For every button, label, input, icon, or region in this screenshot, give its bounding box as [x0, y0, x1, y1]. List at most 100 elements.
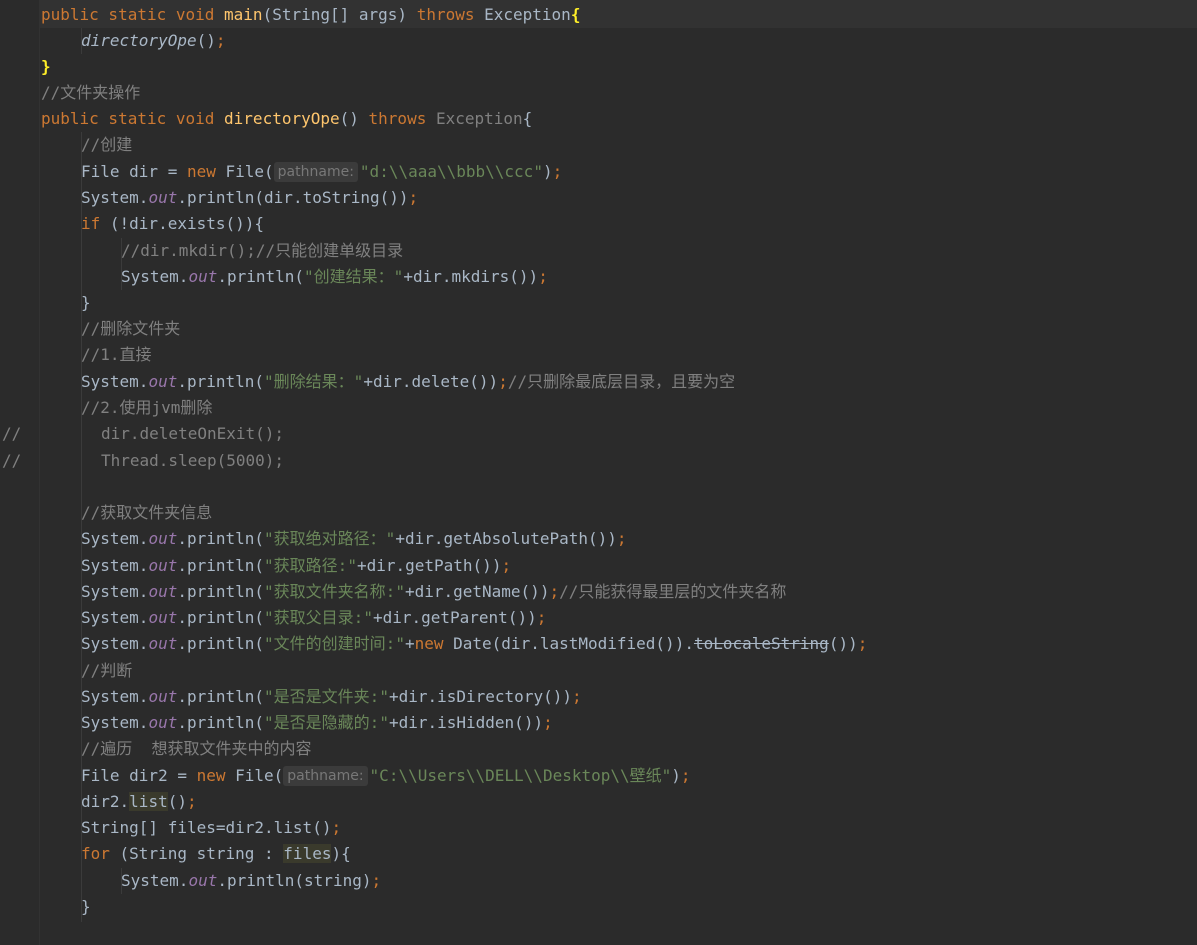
code-text: String[] files=dir2.list()	[81, 818, 332, 837]
code-line-21[interactable]: System.out.println("获取路径:"+dir.getPath()…	[81, 553, 511, 579]
code-line-19[interactable]: //获取文件夹信息	[81, 500, 212, 526]
line-comment-marker: //	[2, 451, 22, 470]
code-line-6[interactable]: //创建	[81, 132, 132, 158]
code-line-2[interactable]: directoryOpe();	[81, 28, 226, 54]
code-text: dir2.	[81, 792, 130, 811]
code-text: File dir =	[81, 162, 187, 181]
code-line-30[interactable]: dir2.list();	[81, 789, 197, 815]
code-text: )	[542, 162, 553, 181]
static-field: out	[188, 267, 218, 286]
highlighted-symbol: list	[129, 792, 168, 811]
code-line-11[interactable]: System.out.println("创建结果："+dir.mkdirs())…	[121, 264, 548, 290]
code-line-12[interactable]: }	[81, 290, 91, 316]
code-text: System.	[81, 687, 149, 706]
code-line-3[interactable]: }	[41, 54, 51, 80]
code-line-5[interactable]: public static void directoryOpe() throws…	[41, 106, 532, 132]
code-line-22[interactable]: System.out.println("获取文件夹名称:"+dir.getNam…	[81, 579, 786, 605]
comment: //只能获得最里层的文件夹名称	[559, 582, 787, 601]
code-line-23[interactable]: System.out.println("获取父目录:"+dir.getParen…	[81, 605, 546, 631]
code-text: {	[522, 109, 533, 128]
code-text: .println(	[177, 634, 265, 653]
code-line-33[interactable]: System.out.println(string);	[121, 868, 381, 894]
code-text: ){	[331, 844, 351, 863]
code-line-4[interactable]: //文件夹操作	[41, 80, 140, 106]
semicolon: ;	[371, 871, 382, 890]
code-text: System.	[81, 556, 149, 575]
code-line-27[interactable]: System.out.println("是否是隐藏的:"+dir.isHidde…	[81, 710, 553, 736]
code-line-9[interactable]: if (!dir.exists()){	[81, 211, 264, 237]
code-line-14[interactable]: //1.直接	[81, 342, 152, 368]
unused-exception: Exception	[435, 109, 523, 128]
code-line-25[interactable]: //判断	[81, 658, 132, 684]
semicolon: ;	[186, 792, 197, 811]
static-field: out	[148, 582, 178, 601]
code-text: .println(	[217, 267, 305, 286]
code-line-13[interactable]: //删除文件夹	[81, 316, 180, 342]
code-line-34[interactable]: }	[81, 894, 91, 920]
comment: //遍历 想获取文件夹中的内容	[81, 739, 312, 758]
semicolon: ;	[549, 582, 560, 601]
matched-brace: }	[41, 57, 51, 76]
code-text: .println(	[177, 687, 265, 706]
code-text: File dir2 =	[81, 766, 197, 785]
static-field: out	[148, 372, 178, 391]
code-line-20[interactable]: System.out.println("获取绝对路径："+dir.getAbso…	[81, 526, 627, 552]
semicolon: ;	[680, 766, 691, 785]
code-text: +dir.isDirectory())	[388, 687, 572, 706]
static-field: out	[188, 871, 218, 890]
semicolon: ;	[501, 556, 512, 575]
string-literal: "获取路径:"	[264, 556, 357, 575]
code-editor[interactable]: public static void main(String[] args) t…	[0, 0, 1197, 945]
code-text: (String string :	[109, 844, 284, 863]
code-line-15[interactable]: System.out.println("删除结果："+dir.delete())…	[81, 369, 735, 395]
code-text: +dir.mkdirs())	[403, 267, 539, 286]
static-field: out	[148, 713, 178, 732]
code-text: +dir.getName())	[404, 582, 550, 601]
semicolon: ;	[498, 372, 508, 391]
string-literal: "d:\\aaa\\bbb\\ccc"	[359, 162, 543, 181]
static-field: out	[148, 634, 178, 653]
code-text: .println(	[177, 582, 265, 601]
semicolon: ;	[538, 267, 548, 286]
semicolon: ;	[215, 31, 226, 50]
comment: //获取文件夹信息	[81, 503, 213, 522]
code-text: .println(	[177, 713, 265, 732]
code-line-16[interactable]: //2.使用jvm删除	[81, 395, 212, 421]
code-text: System.	[81, 529, 149, 548]
code-text: (String[] args)	[262, 5, 417, 24]
code-line-8[interactable]: System.out.println(dir.toString());	[81, 185, 418, 211]
comment: //dir.mkdir();//只能创建单级目录	[121, 241, 404, 260]
code-line-7[interactable]: File dir = new File(pathname: "d:\\aaa\\b…	[81, 159, 562, 185]
string-literal: "C:\\Users\\DELL\\Desktop\\壁纸"	[369, 766, 672, 785]
code-text: +dir.delete())	[363, 372, 499, 391]
code-text: System.	[81, 634, 149, 653]
code-text: System.	[81, 372, 149, 391]
code-text: +	[404, 634, 415, 653]
code-text: )	[671, 766, 681, 785]
code-line-17[interactable]: dir.deleteOnExit();	[101, 421, 284, 447]
code-text: ()	[196, 31, 216, 50]
code-text: +dir.isHidden())	[388, 713, 544, 732]
code-text: .println(	[177, 372, 265, 391]
parameter-hint: pathname:	[283, 766, 368, 786]
code-text: System.	[81, 608, 149, 627]
matched-brace: {	[570, 5, 581, 24]
code-line-1[interactable]: public static void main(String[] args) t…	[41, 2, 580, 28]
code-line-18[interactable]: Thread.sleep(5000);	[101, 448, 284, 474]
code-text: Date(dir.lastModified()).	[443, 634, 694, 653]
code-line-28[interactable]: //遍历 想获取文件夹中的内容	[81, 736, 312, 762]
code-text: +dir.getAbsolutePath())	[395, 529, 617, 548]
code-line-24[interactable]: System.out.println("文件的创建时间:"+new Date(d…	[81, 631, 867, 657]
keyword: throws	[416, 5, 475, 24]
code-line-31[interactable]: String[] files=dir2.list();	[81, 815, 341, 841]
method-name: directoryOpe	[224, 109, 340, 128]
code-text: +dir.getPath())	[356, 556, 502, 575]
code-line-10[interactable]: //dir.mkdir();//只能创建单级目录	[121, 238, 403, 264]
keyword: new	[414, 634, 444, 653]
code-line-29[interactable]: File dir2 = new File(pathname: "C:\\Users…	[81, 763, 691, 789]
code-line-26[interactable]: System.out.println("是否是文件夹:"+dir.isDirec…	[81, 684, 582, 710]
code-text: ())	[828, 634, 858, 653]
static-field: out	[148, 556, 178, 575]
code-line-32[interactable]: for (String string : files){	[81, 841, 351, 867]
code-text: +dir.getParent())	[372, 608, 537, 627]
